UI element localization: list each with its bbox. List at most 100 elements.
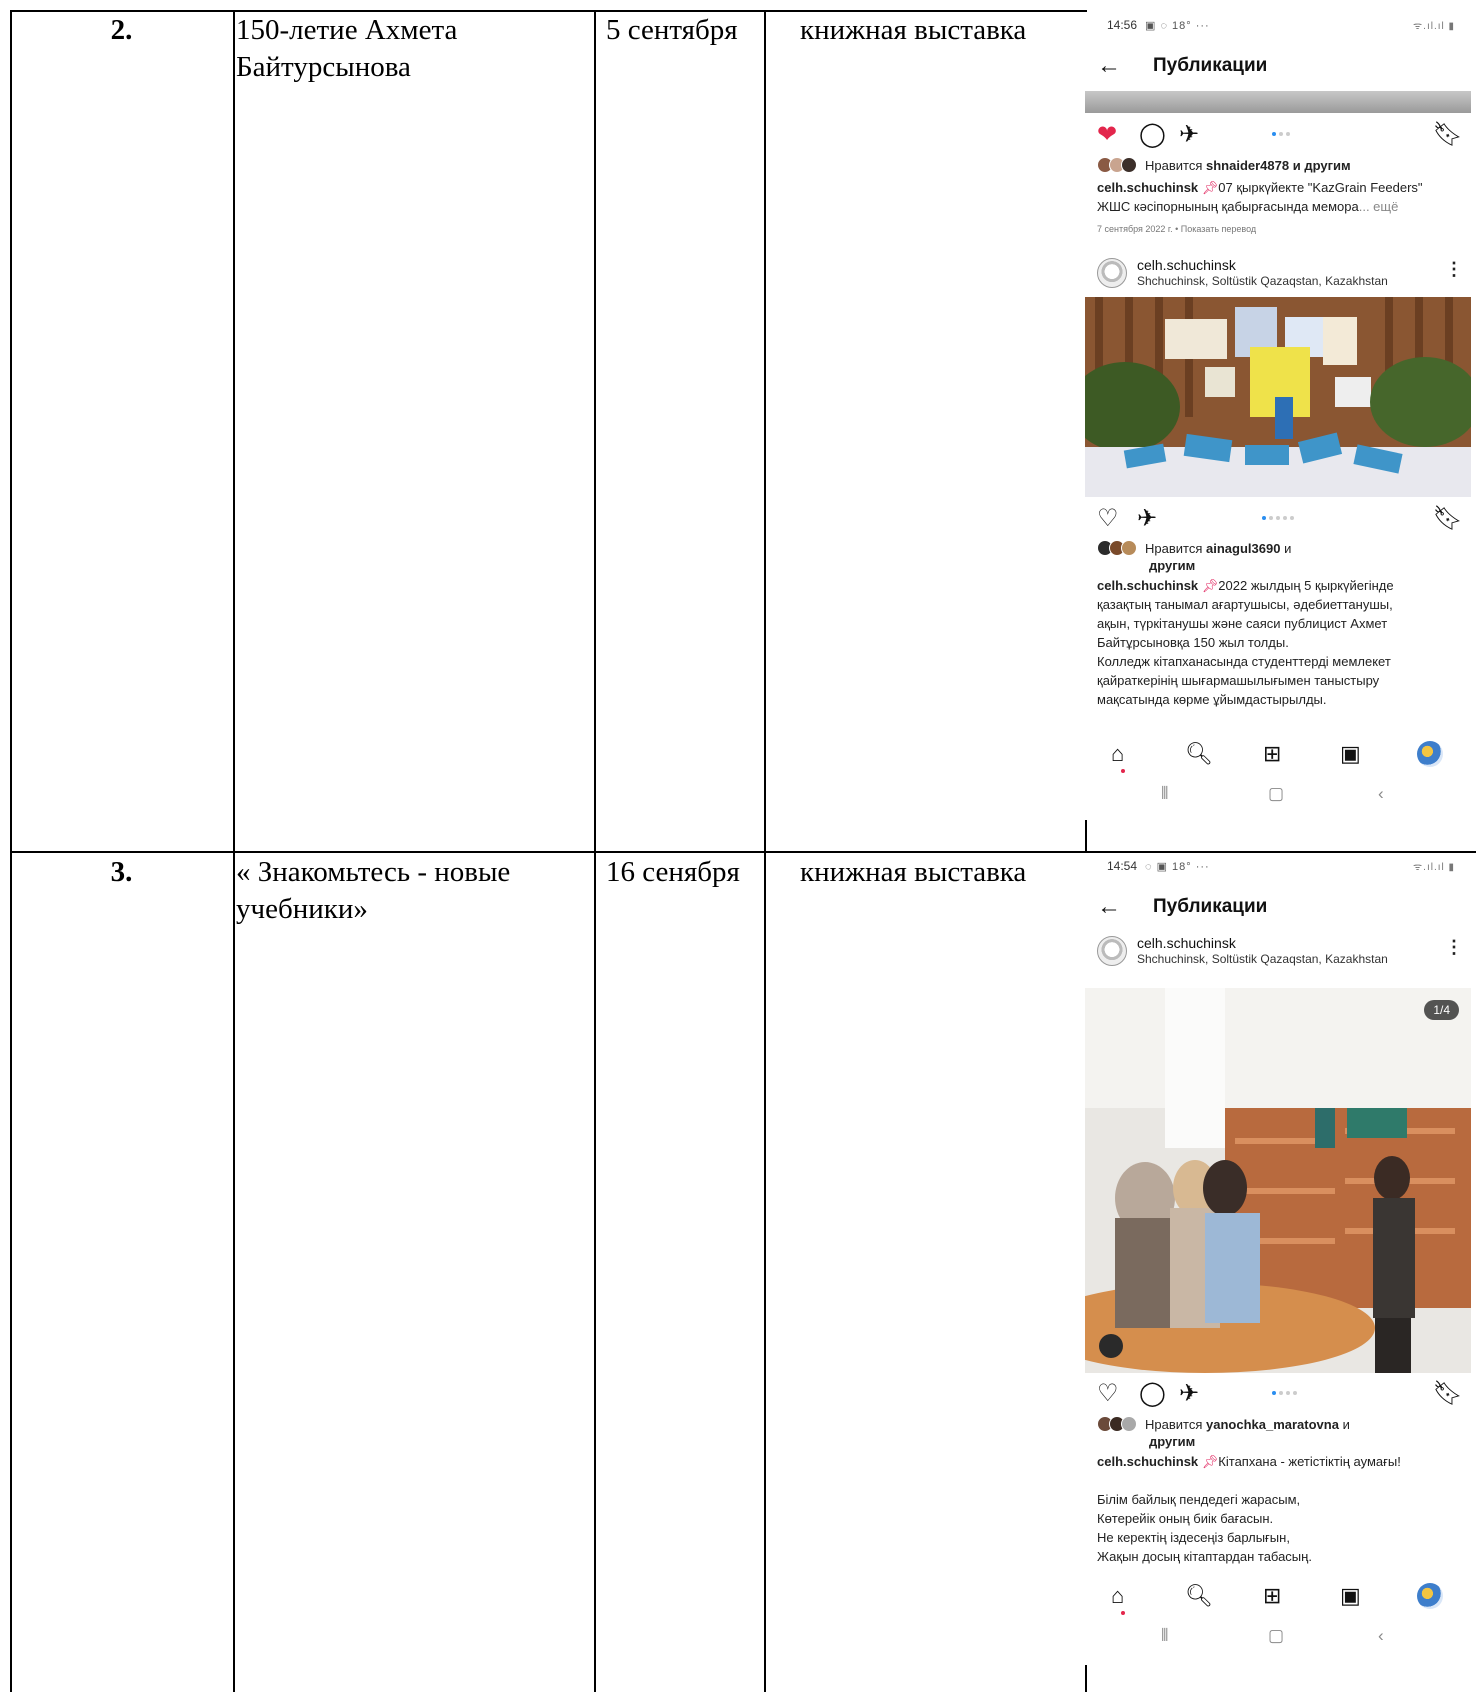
notification-dot xyxy=(1121,1611,1125,1615)
notification-dot xyxy=(1121,769,1125,773)
bookmark-icon[interactable]: 🔖︎ xyxy=(1433,506,1463,532)
status-icons: ◌ ▣ 18° ··· xyxy=(1145,861,1210,873)
recents-icon[interactable]: ⦀ xyxy=(1161,1626,1168,1646)
caption-line: 2022 жылдың 5 қыркүйегінде xyxy=(1218,578,1394,593)
caption-line: Кітапхана - жетістіктің аумағы! xyxy=(1218,1454,1401,1469)
likes-username[interactable]: ainagul3690 xyxy=(1206,541,1280,556)
likes-prefix: Нравится xyxy=(1145,541,1203,556)
status-time: 14:54 xyxy=(1107,859,1138,873)
system-back-icon[interactable]: ‹ xyxy=(1378,784,1384,804)
event-title: « Знакомьтесь - новые учебники» xyxy=(236,854,591,928)
home-button-icon[interactable]: ▢ xyxy=(1268,1626,1284,1646)
post-image[interactable]: 1/4 xyxy=(1085,988,1471,1373)
likes-line[interactable]: Нравится ainagul3690 и другим xyxy=(1097,540,1463,574)
likes-suffix: и xyxy=(1342,1417,1350,1432)
table-divider-4c xyxy=(1085,822,1087,852)
heart-icon[interactable]: ♡ xyxy=(1097,506,1119,532)
profile-avatar[interactable] xyxy=(1417,741,1443,767)
caption-username[interactable]: celh.schuchinsk xyxy=(1097,180,1198,195)
home-icon[interactable]: ⌂ xyxy=(1111,1581,1124,1611)
back-arrow-icon[interactable]: ← xyxy=(1097,52,1121,80)
caption-username[interactable]: celh.schuchinsk xyxy=(1097,1454,1198,1469)
carousel-indicator xyxy=(1272,132,1290,138)
carousel-indicator xyxy=(1262,516,1294,522)
account-avatar[interactable] xyxy=(1097,936,1127,966)
likes-others[interactable]: другим xyxy=(1149,557,1463,574)
heart-icon[interactable]: ❤ xyxy=(1097,122,1117,148)
home-icon[interactable]: ⌂ xyxy=(1111,739,1124,769)
home-button-icon[interactable]: ▢ xyxy=(1268,784,1284,804)
likes-others[interactable]: другим xyxy=(1149,1433,1463,1450)
post-location[interactable]: Shchuchinsk, Soltüstik Qazaqstan, Kazakh… xyxy=(1137,952,1388,966)
caption-line: 07 қыркүйекте "KazGrain Feeders" xyxy=(1218,180,1423,195)
instagram-screenshot: 14:56 ▣ ◌ 18° ··· ᯤ.ıl.ıl ▮ ← Публикации… xyxy=(1085,12,1475,820)
bookmark-icon[interactable]: 🔖︎ xyxy=(1433,122,1463,148)
share-icon[interactable]: ✈ xyxy=(1137,506,1157,532)
status-time: 14:56 xyxy=(1107,18,1138,32)
post-image[interactable] xyxy=(1085,297,1471,497)
signal-battery-icon: ᯤ.ıl.ıl ▮ xyxy=(1413,862,1455,873)
share-icon[interactable]: ✈ xyxy=(1179,122,1199,148)
create-icon[interactable]: ⊞ xyxy=(1263,1581,1281,1611)
pin-icon: 📌︎ xyxy=(1201,1454,1219,1469)
status-icons: ▣ ◌ 18° ··· xyxy=(1145,20,1210,32)
likes-line[interactable]: Нравится yanochka_maratovna и другим xyxy=(1097,1416,1463,1450)
post-author[interactable]: celh.schuchinsk Shchuchinsk, Soltüstik Q… xyxy=(1097,933,1467,969)
bottom-navigation: ⌂ 🔍︎ ⊞ ▣ xyxy=(1085,1581,1475,1615)
share-icon[interactable]: ✈ xyxy=(1179,1381,1199,1407)
account-username[interactable]: celh.schuchinsk xyxy=(1137,935,1236,951)
table-divider-4b xyxy=(1085,1665,1087,1692)
recents-icon[interactable]: ⦀ xyxy=(1161,784,1168,804)
create-icon[interactable]: ⊞ xyxy=(1263,739,1281,769)
likes-username[interactable]: shnaider4878 xyxy=(1206,158,1289,173)
caption-line: Білім байлық пендедегі жарасым, xyxy=(1097,1492,1301,1507)
post-caption: celh.schuchinsk 📌︎2022 жылдың 5 қыркүйег… xyxy=(1097,576,1463,709)
more-options-icon[interactable]: ⋮ xyxy=(1445,937,1463,958)
search-icon[interactable]: 🔍︎ xyxy=(1185,739,1213,769)
comment-icon[interactable]: ◯ xyxy=(1139,1381,1166,1407)
system-back-icon[interactable]: ‹ xyxy=(1378,1626,1384,1646)
account-username[interactable]: celh.schuchinsk xyxy=(1137,257,1236,273)
likes-line[interactable]: Нравится shnaider4878 и другим xyxy=(1097,157,1463,174)
post-location[interactable]: Shchuchinsk, Soltüstik Qazaqstan, Kazakh… xyxy=(1137,274,1388,288)
likes-prefix: Нравится xyxy=(1145,158,1203,173)
likes-username[interactable]: yanochka_maratovna xyxy=(1206,1417,1339,1432)
app-header: ← Публикации xyxy=(1097,893,1475,923)
profile-avatar[interactable] xyxy=(1417,1583,1443,1609)
previous-post-image[interactable] xyxy=(1085,91,1471,113)
search-icon[interactable]: 🔍︎ xyxy=(1185,1581,1213,1611)
comment-icon[interactable]: ◯ xyxy=(1139,122,1166,148)
event-title-line1: 150-летие Ахмета xyxy=(236,14,458,46)
status-bar: 14:56 ▣ ◌ 18° ··· ᯤ.ıl.ıl ▮ xyxy=(1107,18,1455,36)
caption-line: Көтерейік оның биік бағасын. xyxy=(1097,1511,1274,1526)
pin-icon: 📌︎ xyxy=(1201,180,1219,195)
app-header: ← Публикации xyxy=(1097,52,1475,82)
caption-line: Байтұрсыновқа 150 жыл толды. xyxy=(1097,635,1289,650)
bookmark-icon[interactable]: 🔖︎ xyxy=(1433,1381,1463,1407)
likes-suffix: и xyxy=(1284,541,1292,556)
library-visit-photo xyxy=(1085,988,1471,1373)
reels-icon[interactable]: ▣ xyxy=(1340,739,1361,769)
caption-line: ЖШС кәсіпорнының қабырғасында мемора xyxy=(1097,199,1359,214)
back-arrow-icon[interactable]: ← xyxy=(1097,893,1121,921)
caption-line: қайраткерінің шығармашылығымен таныстыру xyxy=(1097,673,1380,688)
pin-icon: 📌︎ xyxy=(1201,578,1219,593)
caption-line: Не керектің іздесеңіз барлығын, xyxy=(1097,1530,1290,1545)
page-title: Публикации xyxy=(1153,55,1268,76)
event-date: 5 сентября xyxy=(606,14,738,46)
page-title: Публикации xyxy=(1153,896,1268,917)
bottom-navigation: ⌂ 🔍︎ ⊞ ▣ xyxy=(1085,739,1475,773)
status-bar: 14:54 ◌ ▣ 18° ··· ᯤ.ıl.ıl ▮ xyxy=(1107,859,1455,877)
caption-line: мақсатында көрме ұйымдастырылды. xyxy=(1097,692,1327,707)
post-author[interactable]: celh.schuchinsk Shchuchinsk, Soltüstik Q… xyxy=(1097,255,1467,291)
caption-line: Жақын досың кітаптардан табасың. xyxy=(1097,1549,1312,1564)
caption-username[interactable]: celh.schuchinsk xyxy=(1097,578,1198,593)
system-navigation: ⦀ ▢ ‹ xyxy=(1085,784,1475,808)
heart-icon[interactable]: ♡ xyxy=(1097,1381,1119,1407)
reels-icon[interactable]: ▣ xyxy=(1340,1581,1361,1611)
event-date: 16 сенября xyxy=(606,856,740,888)
account-avatar[interactable] xyxy=(1097,258,1127,288)
caption-more-link[interactable]: ... ещё xyxy=(1359,199,1399,214)
more-options-icon[interactable]: ⋮ xyxy=(1445,259,1463,280)
carousel-counter-badge: 1/4 xyxy=(1424,1000,1459,1020)
